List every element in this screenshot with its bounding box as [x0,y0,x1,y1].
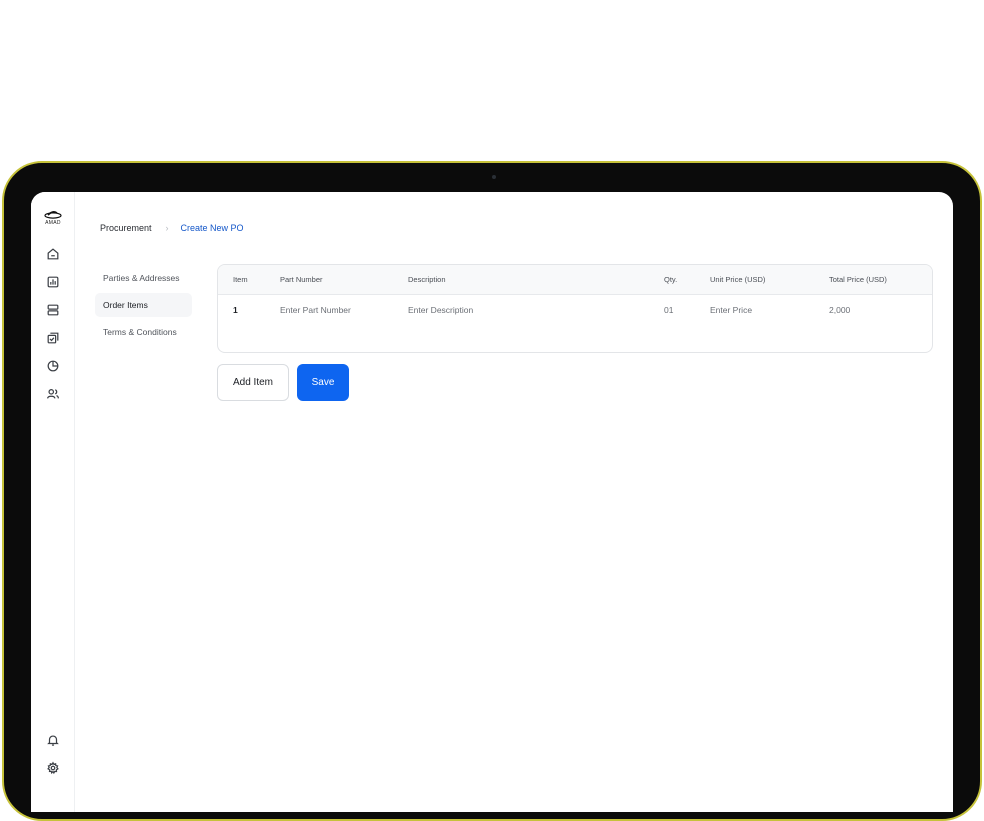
breadcrumb-root[interactable]: Procurement [100,223,152,233]
header-item: Item [233,275,248,284]
order-items-table: Item Part Number Description Qty. Unit P… [217,264,933,353]
users-icon [46,389,60,399]
unit-price-input[interactable]: Enter Price [710,295,752,325]
table-header: Item Part Number Description Qty. Unit P… [218,265,932,295]
chart-icon [47,276,59,288]
subnav-item-terms[interactable]: Terms & Conditions [95,320,192,344]
sidebar-item-storage[interactable] [45,302,61,318]
header-description: Description [408,275,446,284]
qty-input[interactable]: 01 [664,295,673,325]
description-input[interactable]: Enter Description [408,295,473,325]
settings-button[interactable] [45,760,61,776]
notifications-button[interactable] [45,732,61,748]
cell-item-number: 1 [233,305,238,315]
logo-text: AMAD [45,220,61,226]
add-item-button[interactable]: Add Item [217,364,289,401]
sidebar-item-users[interactable] [45,386,61,402]
logo-mark-icon [44,211,62,219]
home-icon [47,248,59,260]
sidebar-item-reports[interactable] [45,274,61,290]
section-nav: Parties & Addresses Order Items Terms & … [95,266,192,347]
header-unit-price: Unit Price (USD) [710,275,766,284]
header-total-price: Total Price (USD) [829,275,887,284]
sidebar: AMAD [31,192,75,812]
cell-total-price: 2,000 [829,305,851,315]
server-icon [47,304,59,316]
chevron-right-icon: › [165,223,169,233]
breadcrumb-current: Create New PO [180,223,244,233]
table-row: 1 Enter Part Number Enter Description 01… [218,295,932,325]
documents-icon [47,332,59,344]
breadcrumb: Procurement › Create New PO [100,223,244,233]
app-screen: AMAD Procurement › Create New PO Parties… [31,192,953,812]
part-number-input[interactable]: Enter Part Number [280,295,351,325]
gear-icon [47,761,59,775]
sidebar-item-documents[interactable] [45,330,61,346]
header-qty: Qty. [664,275,678,284]
app-logo: AMAD [42,210,64,228]
sidebar-item-home[interactable] [45,246,61,262]
header-part-number: Part Number [280,275,323,284]
camera-dot [492,175,496,179]
sidebar-item-analytics[interactable] [45,358,61,374]
save-button[interactable]: Save [297,364,349,401]
subnav-item-parties[interactable]: Parties & Addresses [95,266,192,290]
subnav-item-order-items[interactable]: Order Items [95,293,192,317]
bell-icon [47,735,59,746]
pie-chart-icon [47,360,59,372]
